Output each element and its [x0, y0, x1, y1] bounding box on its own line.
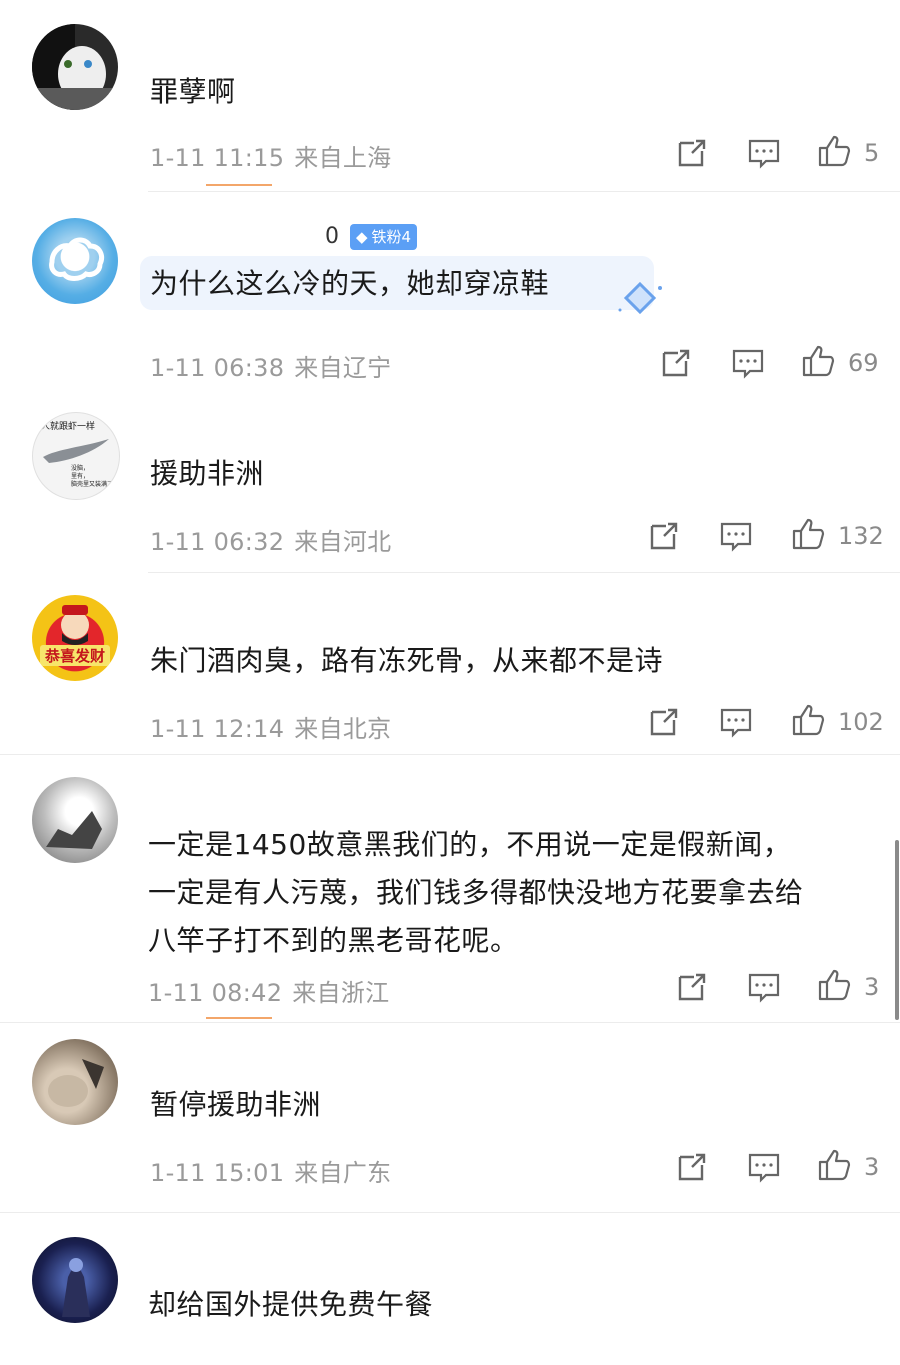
comment-meta: 1-11 08:42 来自浙江 [148, 973, 389, 1008]
comment-time: 1-11 15:01 [150, 1159, 285, 1187]
accent-divider [206, 184, 272, 186]
avatar[interactable]: 人就跟虾一样 没脑， 里有， 脑壳里又装满了屎 [32, 412, 120, 500]
comment-location: 来自辽宁 [294, 354, 392, 382]
share-icon[interactable] [658, 345, 694, 381]
like-icon[interactable] [790, 516, 826, 552]
comment-time: 1-11 11:15 [150, 144, 285, 172]
comment-text: 援助非洲 [150, 457, 265, 490]
like-count: 3 [864, 1153, 880, 1181]
avatar[interactable] [32, 24, 118, 110]
comment-item: 0 ◆ 铁粉4 为什么这么冷的天，她却穿凉鞋 1-11 06:38 来自辽宁 69 [0, 192, 900, 390]
like-count: 102 [838, 708, 884, 736]
comment-icon[interactable] [718, 704, 754, 740]
comment-meta: 1-11 12:14 来自北京 [150, 709, 391, 744]
avatar-caption: 恭喜发财 [40, 645, 110, 666]
comment-item: 却给国外提供免费午餐 [0, 1213, 900, 1365]
comment-icon[interactable] [746, 135, 782, 171]
comment-location: 来自浙江 [292, 979, 390, 1007]
comment-text: 却给国外提供免费午餐 [148, 1288, 434, 1321]
comment-item: 暂停援助非洲 1-11 15:01 来自广东 3 [0, 1023, 900, 1213]
comment-meta: 1-11 06:38 来自辽宁 [150, 348, 391, 383]
comment-text: 为什么这么冷的天，她却穿凉鞋 [150, 267, 550, 300]
comment-text: 一定是1450故意黑我们的，不用说一定是假新闻， 一定是有人污蔑，我们钱多得都快… [148, 828, 804, 957]
diamond-decoration-icon [618, 281, 662, 315]
comment-meta: 1-11 15:01 来自广东 [150, 1153, 391, 1188]
comment-item: 一定是1450故意黑我们的，不用说一定是假新闻， 一定是有人污蔑，我们钱多得都快… [0, 755, 900, 1023]
badge-label: 铁粉4 [371, 228, 412, 246]
like-icon[interactable] [800, 343, 836, 379]
comment-icon[interactable] [730, 345, 766, 381]
comment-time: 1-11 06:38 [150, 354, 285, 382]
avatar[interactable] [32, 218, 118, 304]
like-count: 5 [864, 139, 880, 167]
comment-text: 朱门酒肉臭，路有冻死骨，从来都不是诗 [150, 644, 664, 677]
like-count: 69 [848, 349, 879, 377]
comment-item: 罪孽啊 1-11 11:15 来自上海 5 [0, 0, 900, 192]
comment-location: 来自广东 [294, 1159, 392, 1187]
avatar[interactable] [32, 1039, 118, 1125]
avatar[interactable] [32, 777, 118, 863]
share-icon[interactable] [646, 704, 682, 740]
comment-icon[interactable] [746, 969, 782, 1005]
comment-icon[interactable] [746, 1149, 782, 1185]
like-count: 132 [838, 522, 884, 550]
like-icon[interactable] [790, 702, 826, 738]
share-icon[interactable] [646, 518, 682, 554]
comment-location: 来自北京 [294, 715, 392, 743]
fan-badge: ◆ 铁粉4 [350, 224, 418, 250]
diamond-icon: ◆ [356, 228, 368, 246]
username[interactable]: 0 [325, 224, 339, 249]
comment-location: 来自河北 [294, 528, 392, 556]
like-icon[interactable] [816, 967, 852, 1003]
comment-time: 1-11 08:42 [148, 979, 283, 1007]
share-icon[interactable] [674, 969, 710, 1005]
share-icon[interactable] [674, 1149, 710, 1185]
comment-time: 1-11 12:14 [150, 715, 285, 743]
scrollbar[interactable] [895, 840, 899, 1020]
avatar-caption: 人就跟虾一样 [41, 422, 96, 432]
comment-icon[interactable] [718, 518, 754, 554]
accent-divider [206, 1017, 272, 1019]
avatar-caption: 没脑， 里有， 脑壳里又装满了屎 [71, 465, 120, 488]
avatar[interactable]: 恭喜发财 [32, 595, 118, 681]
share-icon[interactable] [674, 135, 710, 171]
avatar[interactable] [32, 1237, 118, 1323]
like-icon[interactable] [816, 133, 852, 169]
comment-meta: 1-11 11:15 来自上海 [150, 138, 391, 173]
like-icon[interactable] [816, 1147, 852, 1183]
comment-text: 罪孽啊 [150, 75, 236, 108]
comment-item: 人就跟虾一样 没脑， 里有， 脑壳里又装满了屎 援助非洲 1-11 06:32 来自河… [0, 390, 900, 573]
comment-item: 恭喜发财 朱门酒肉臭，路有冻死骨，从来都不是诗 1-11 12:14 来自北京 1… [0, 573, 900, 755]
comment-location: 来自上海 [294, 144, 392, 172]
like-count: 3 [864, 973, 880, 1001]
comment-meta: 1-11 06:32 来自河北 [150, 522, 391, 557]
comment-time: 1-11 06:32 [150, 528, 285, 556]
comment-text: 暂停援助非洲 [150, 1088, 322, 1121]
